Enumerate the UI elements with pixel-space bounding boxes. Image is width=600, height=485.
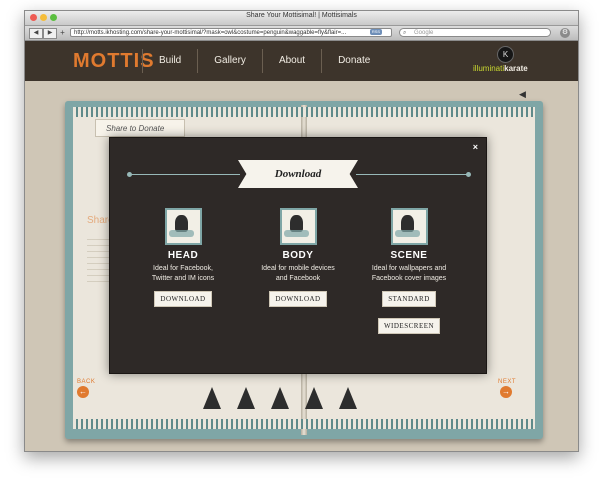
option-name: HEAD xyxy=(167,250,199,261)
divider-left xyxy=(130,174,240,175)
back-button-page[interactable]: BACK ← xyxy=(77,379,95,398)
description-line: and Facebook xyxy=(275,275,321,282)
forward-button[interactable]: ▶ xyxy=(43,28,57,39)
animal-silhouettes xyxy=(195,387,415,423)
address-bar[interactable]: http://motts.ikhosting.com/share-your-mo… xyxy=(70,28,392,37)
nav-buttons: ◀ ▶ xyxy=(29,28,57,39)
nav-about[interactable]: About xyxy=(261,49,321,73)
title-bar: Share Your Mottisimal! | Mottisimals xyxy=(25,11,578,26)
description-line: Facebook cover images xyxy=(371,275,447,282)
nav-gallery[interactable]: Gallery xyxy=(197,49,262,73)
description-line: Ideal for wallpapers and xyxy=(371,265,447,272)
option-description: Ideal for wallpapers and Facebook cover … xyxy=(354,264,464,284)
rss-icon[interactable]: RSS xyxy=(370,29,382,35)
gear-icon[interactable]: ⚙ xyxy=(560,28,570,38)
search-icon: ⌕ xyxy=(403,30,407,36)
brand-logo[interactable]: K illuminatikarate xyxy=(473,46,543,78)
download-option-scene: SCENE Ideal for wallpapers and Facebook … xyxy=(354,208,464,334)
divider-dot xyxy=(466,172,471,177)
download-option-head: HEAD Ideal for Facebook, Twitter and IM … xyxy=(128,208,238,307)
divider-dot xyxy=(127,172,132,177)
option-description: Ideal for Facebook, Twitter and IM icons xyxy=(128,264,238,284)
brand-name: karate xyxy=(504,64,528,73)
back-label: BACK xyxy=(77,379,96,385)
cat-icon xyxy=(271,387,289,409)
download-body-button[interactable]: DOWNLOAD xyxy=(269,291,327,307)
owl-icon xyxy=(237,387,255,409)
add-bookmark-button[interactable]: + xyxy=(58,28,67,37)
arrow-left-icon[interactable]: ← xyxy=(77,386,89,398)
site-header: MOTTIS Build Gallery About Donate K illu… xyxy=(25,41,578,81)
cat-icon xyxy=(203,387,221,409)
next-button-page[interactable]: NEXT → xyxy=(498,379,516,398)
back-button[interactable]: ◀ xyxy=(29,28,43,39)
modal-title: Download xyxy=(274,168,322,180)
site-nav: Build Gallery About Donate xyxy=(142,49,386,73)
nav-donate[interactable]: Donate xyxy=(321,49,386,73)
browser-toolbar: ◀ ▶ + http://motts.ikhosting.com/share-y… xyxy=(25,26,578,41)
speaker-icon[interactable]: ◀ xyxy=(519,89,526,100)
lace-border-top xyxy=(73,107,535,117)
cat-icon xyxy=(339,387,357,409)
download-modal: × Download HEAD Ideal for Facebook, Twit… xyxy=(109,137,487,374)
option-name: SCENE xyxy=(390,250,428,261)
brand-prefix: illuminati xyxy=(473,64,505,73)
option-name: BODY xyxy=(282,250,314,261)
description-line: Ideal for Facebook, xyxy=(153,265,213,272)
download-widescreen-button[interactable]: WIDESCREEN xyxy=(377,318,441,334)
owl-icon xyxy=(305,387,323,409)
download-option-body: BODY Ideal for mobile devices and Facebo… xyxy=(243,208,353,307)
search-input[interactable]: Google xyxy=(399,28,551,37)
body-preview-image xyxy=(279,208,317,245)
arrow-right-icon[interactable]: → xyxy=(500,386,512,398)
browser-window: Share Your Mottisimal! | Mottisimals ◀ ▶… xyxy=(24,10,579,452)
description-line: Twitter and IM icons xyxy=(151,275,215,282)
scene-preview-image xyxy=(390,208,428,245)
close-icon[interactable]: × xyxy=(473,142,478,152)
divider-right xyxy=(356,174,468,175)
brand-text: illuminatikarate xyxy=(473,64,528,73)
head-preview-image xyxy=(164,208,202,245)
brand-mark-icon: K xyxy=(497,46,514,63)
window-title: Share Your Mottisimal! | Mottisimals xyxy=(246,12,357,19)
share-to-donate-tab[interactable]: Share to Donate xyxy=(95,119,185,137)
download-standard-button[interactable]: STANDARD xyxy=(382,291,436,307)
next-label: NEXT xyxy=(498,379,517,385)
option-description: Ideal for mobile devices and Facebook xyxy=(243,264,353,284)
download-head-button[interactable]: DOWNLOAD xyxy=(154,291,212,307)
description-line: Ideal for mobile devices xyxy=(261,265,335,272)
nav-build[interactable]: Build xyxy=(142,49,197,73)
